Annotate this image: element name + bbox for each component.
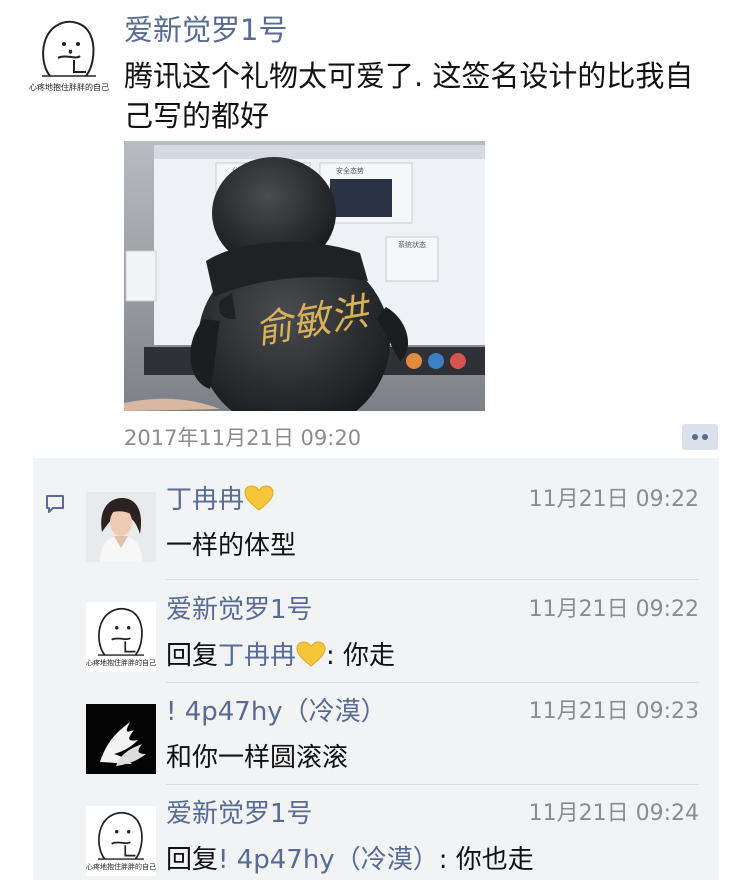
reply-text: : 你也走 [438, 845, 534, 875]
commenter-avatar[interactable]: 心疼地抱住胖胖的自己 [86, 806, 156, 876]
comment-text: 回复丁冉冉 : 你走 [166, 638, 395, 674]
comment-item[interactable]: 丁冉冉 11月21日 09:22 一样的体型 [33, 470, 719, 572]
comment-text: 一样的体型 [166, 531, 297, 561]
ellipsis-icon [692, 434, 698, 440]
post-photo[interactable]: 分级管理 安全态势 系统状态 俞敏洪 [124, 141, 485, 411]
reply-text: : 你走 [326, 641, 396, 671]
post-author-avatar[interactable]: 心疼地抱住胖胖的自己 [28, 14, 110, 96]
sticker-figure-icon [97, 811, 145, 860]
comment-item[interactable]: 心疼地抱住胖胖的自己 爱新觉罗1号 11月21日 09:22 回复丁冉冉 : 你走 [33, 580, 719, 682]
white-wings-icon [86, 704, 156, 774]
screen-label: 系统状态 [398, 240, 426, 249]
comment-time: 11月21日 09:22 [528, 487, 699, 512]
comment-text: 和你一样圆滚滚 [166, 743, 349, 773]
comment-author[interactable]: 丁冉冉 [166, 482, 274, 518]
avatar-caption: 心疼地抱住胖胖的自己 [86, 659, 156, 667]
avatar-caption: 心疼地抱住胖胖的自己 [86, 863, 156, 871]
sticker-figure-icon [97, 607, 145, 656]
commenter-avatar[interactable] [86, 704, 156, 774]
reply-to-name[interactable]: ! 4p47hy（冷漠） [218, 845, 439, 875]
reply-prefix: 回复 [166, 845, 219, 875]
comment-item[interactable]: ! 4p47hy（冷漠） 11月21日 09:23 和你一样圆滚滚 [33, 682, 719, 784]
post-text: 腾讯这个礼物太可爱了. 这签名设计的比我自己写的都好 [124, 59, 694, 133]
comment-author-name[interactable]: 丁冉冉 [166, 485, 244, 515]
comment-time: 11月21日 09:24 [528, 801, 699, 826]
more-actions-button[interactable] [682, 424, 718, 450]
screen-label: 安全态势 [336, 166, 364, 175]
avatar-caption: 心疼地抱住胖胖的自己 [29, 83, 109, 92]
post-timestamp: 2017年11月21日 09:20 [124, 426, 362, 450]
sticker-figure-icon [42, 20, 96, 77]
comment-author[interactable]: ! 4p47hy（冷漠） [166, 694, 387, 730]
woman-portrait-avatar [86, 492, 156, 562]
comment-text: 回复! 4p47hy（冷漠）: 你也走 [166, 842, 534, 878]
ellipsis-icon [702, 434, 708, 440]
commenter-avatar[interactable]: 心疼地抱住胖胖的自己 [86, 602, 156, 672]
commenter-avatar[interactable] [86, 492, 156, 562]
reply-prefix: 回复 [166, 641, 219, 671]
comment-author[interactable]: 爱新觉罗1号 [166, 796, 313, 832]
comment-item[interactable]: 心疼地抱住胖胖的自己 爱新觉罗1号 11月21日 09:24 回复! 4p47h… [33, 784, 719, 886]
comments-panel: 丁冉冉 11月21日 09:22 一样的体型 心疼地抱住胖胖的自己 爱新觉罗1号… [33, 458, 719, 880]
post-author-name[interactable]: 爱新觉罗1号 [124, 10, 287, 50]
comment-time: 11月21日 09:23 [528, 699, 699, 724]
comment-author[interactable]: 爱新觉罗1号 [166, 592, 313, 628]
comment-time: 11月21日 09:22 [528, 597, 699, 622]
yellow-heart-icon [244, 485, 274, 511]
penguin-figure-photo: 分级管理 安全态势 系统状态 俞敏洪 [124, 141, 485, 411]
reply-to-name[interactable]: 丁冉冉 [218, 641, 296, 671]
yellow-heart-icon [296, 641, 326, 667]
